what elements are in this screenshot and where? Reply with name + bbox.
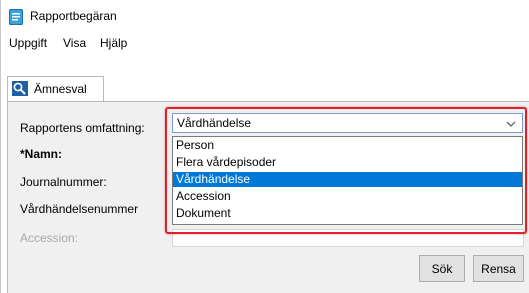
- report-request-window: Rapportbegäran Uppgift Visa Hjälp Ämnesv…: [0, 0, 529, 293]
- search-button[interactable]: Sök: [419, 255, 465, 282]
- accession-label: Accession:: [20, 231, 79, 245]
- scope-label: Rapportens omfattning:: [20, 121, 145, 135]
- menu-visa[interactable]: Visa: [63, 36, 86, 50]
- search-person-icon: [12, 81, 28, 96]
- title-bar: Rapportbegäran: [1, 0, 529, 32]
- annotation-highlight-box: [165, 107, 527, 234]
- clear-button[interactable]: Rensa: [473, 255, 524, 282]
- tab-label: Ämnesval: [34, 82, 87, 96]
- event-number-label: Vårdhändelsenummer: [20, 202, 139, 216]
- window-title: Rapportbegäran: [30, 9, 117, 23]
- menu-uppgift[interactable]: Uppgift: [9, 36, 47, 50]
- menu-hjalp[interactable]: Hjälp: [100, 36, 127, 50]
- name-label: *Namn:: [20, 147, 63, 161]
- journal-number-label: Journalnummer:: [20, 175, 107, 189]
- menu-bar: Uppgift Visa Hjälp: [1, 36, 529, 56]
- document-icon: [9, 9, 23, 25]
- tab-amnesval[interactable]: Ämnesval: [7, 76, 104, 102]
